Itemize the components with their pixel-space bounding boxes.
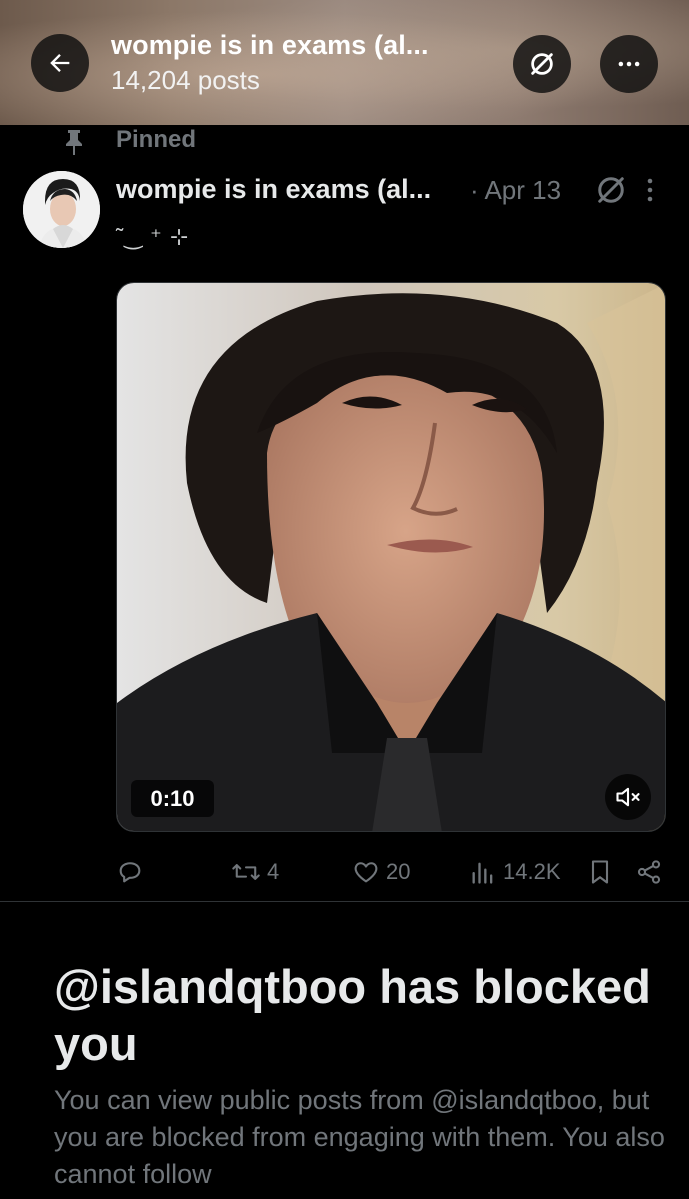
video-thumbnail <box>117 283 665 831</box>
views-chart-icon <box>472 862 493 884</box>
post-date[interactable]: · Apr 13 <box>470 175 561 206</box>
video-timer: 0:10 <box>131 780 214 817</box>
mute-button[interactable] <box>605 774 651 820</box>
circle-slash-icon <box>531 53 553 75</box>
bookmark-button[interactable] <box>588 856 612 888</box>
share-button[interactable] <box>635 856 663 888</box>
blocked-description: You can view public posts from @islandqt… <box>54 1085 665 1189</box>
pinned-label: Pinned <box>116 126 197 153</box>
views-count: 14.2K <box>503 859 561 884</box>
arrow-left-icon <box>50 54 70 72</box>
repost-icon <box>232 864 260 880</box>
like-count: 20 <box>386 859 411 884</box>
more-vertical-icon[interactable] <box>643 176 657 211</box>
post-text: ˜‿ ⁺ ⊹ <box>116 224 190 249</box>
heart-icon <box>354 862 378 883</box>
circle-slash-icon[interactable] <box>593 172 629 213</box>
share-icon <box>637 860 661 884</box>
repost-button[interactable]: 4 <box>231 856 279 888</box>
like-button[interactable]: 20 <box>352 856 410 888</box>
more-horizontal-icon <box>618 61 640 67</box>
divider <box>0 901 689 902</box>
reply-icon <box>119 862 141 883</box>
volume-muted-icon <box>616 787 640 807</box>
header-title: wompie is in exams (al... <box>111 30 429 60</box>
avatar[interactable] <box>23 171 100 248</box>
hide-button[interactable] <box>513 35 571 93</box>
back-button[interactable] <box>31 34 89 92</box>
pinned-indicator <box>62 126 86 158</box>
post-author[interactable]: wompie is in exams (al... <box>116 174 431 205</box>
profile-header <box>0 0 689 125</box>
header-posts-count: 14,204 posts <box>111 65 260 95</box>
pin-icon <box>66 130 82 155</box>
bookmark-icon <box>591 860 609 884</box>
post-video[interactable] <box>116 282 666 832</box>
blocked-title: @islandqtboo has blocked you <box>54 960 651 1070</box>
more-button[interactable] <box>600 35 658 93</box>
repost-count: 4 <box>267 859 280 884</box>
views-button[interactable]: 14.2K <box>469 856 561 888</box>
reply-button[interactable] <box>116 856 144 888</box>
